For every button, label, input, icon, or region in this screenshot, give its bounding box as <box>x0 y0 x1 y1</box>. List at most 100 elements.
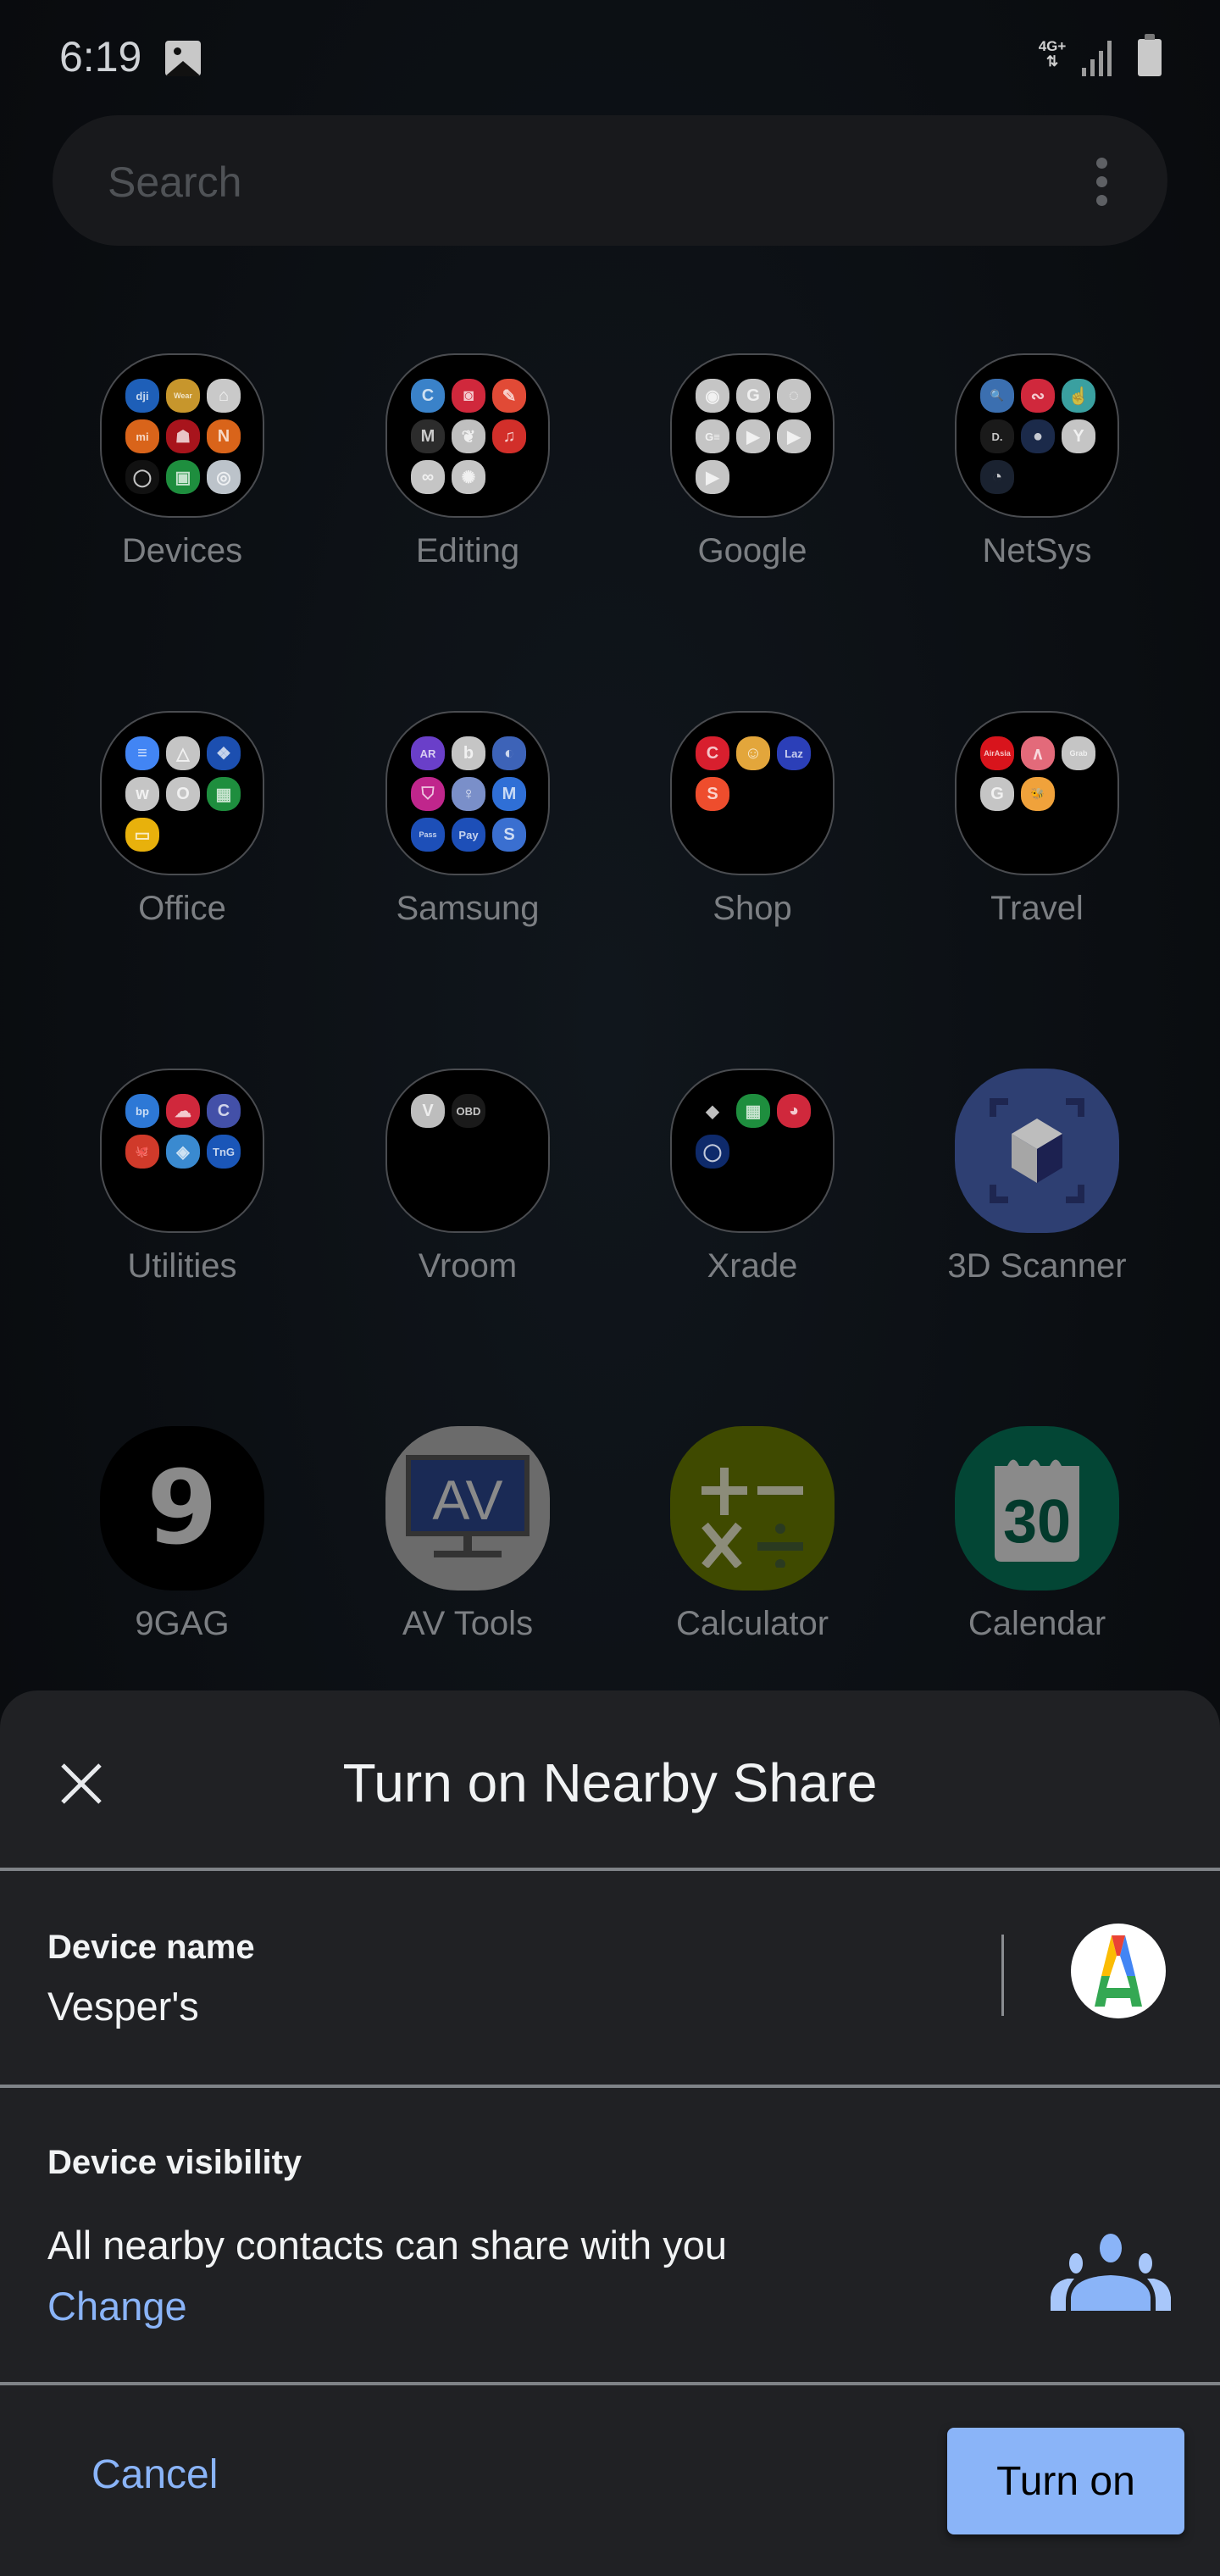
folder-app-icon: bp <box>125 1094 159 1128</box>
folder-app-icon: AR <box>411 736 445 770</box>
folder-app-icon: Pay <box>452 818 485 852</box>
svg-text:30: 30 <box>1003 1488 1071 1556</box>
app-label: Samsung <box>396 890 540 927</box>
folder-app-icon: M <box>411 419 445 453</box>
footer-divider <box>0 2382 1220 2385</box>
folder-office[interactable]: ≡ △ ❖ w O ▦ ▭ Office <box>40 697 324 951</box>
folder-app-icon: ▶ <box>696 460 729 494</box>
folder-app-icon: ❦ <box>452 419 485 453</box>
cancel-button[interactable]: Cancel <box>75 2440 235 2508</box>
folder-app-icon: S <box>492 818 526 852</box>
app-label: Google <box>697 532 807 569</box>
app-label: NetSys <box>982 532 1092 569</box>
folder-app-icon: ⌂ <box>207 379 241 413</box>
folder-app-icon: ☗ <box>166 419 200 453</box>
section-divider <box>0 2085 1220 2088</box>
folder-app-icon: ▦ <box>207 777 241 811</box>
vertical-divider <box>1001 1935 1004 2016</box>
app-label: Shop <box>713 890 792 927</box>
folder-app-icon: ♫ <box>492 419 526 453</box>
folder-app-icon: ◕ <box>777 1094 811 1128</box>
device-name-label: Device name <box>47 1929 255 1966</box>
folder-xrade[interactable]: ◆ ▦ ◕ ◯ Xrade <box>610 1054 895 1308</box>
folder-app-icon: ◙ <box>452 379 485 413</box>
search-placeholder: Search <box>108 158 242 206</box>
folder-app-icon: Pass <box>411 818 445 852</box>
folder-app-icon: Grab <box>1062 736 1095 770</box>
app-calculator[interactable]: Calculator <box>610 1412 895 1666</box>
app-label: Office <box>138 890 226 927</box>
app-label: 3D Scanner <box>947 1247 1127 1285</box>
app-av-tools[interactable]: AV AV Tools <box>325 1412 610 1666</box>
app-label: Xrade <box>707 1247 798 1285</box>
folder-app-icon: 🐙 <box>125 1135 159 1169</box>
folder-app-icon: ▣ <box>166 460 200 494</box>
device-name-value[interactable]: Vesper's <box>47 1983 199 2029</box>
app-label: Calculator <box>675 1605 829 1642</box>
folder-app-icon: 🐝 <box>1021 777 1055 811</box>
app-label: Travel <box>990 890 1084 927</box>
folder-app-icon: C <box>207 1094 241 1128</box>
folder-app-icon: ✎ <box>492 379 526 413</box>
folder-app-icon: ◔ <box>980 460 1014 494</box>
app-search-bar[interactable]: Search <box>53 115 1167 246</box>
battery-icon <box>1138 34 1162 76</box>
folder-icon: C ☺ Laz S <box>670 711 835 875</box>
calculator-icon <box>670 1426 835 1591</box>
app-calendar[interactable]: 30 Calendar <box>895 1412 1179 1666</box>
folder-app-icon: G <box>980 777 1014 811</box>
folder-app-icon: ◌ <box>777 379 811 413</box>
network-type-icon: 4G+ ⇅ <box>1035 39 1069 69</box>
folder-app-icon: ☺ <box>736 736 770 770</box>
folder-app-icon: AirAsia <box>980 736 1014 770</box>
folder-editing[interactable]: C ◙ ✎ M ❦ ♫ ∞ ✺ Editing <box>325 339 610 593</box>
account-avatar[interactable] <box>1071 1924 1166 2018</box>
status-bar: 6:19 4G+ ⇅ <box>0 0 1220 110</box>
folder-app-icon: D. <box>980 419 1014 453</box>
app-label: Editing <box>415 532 520 569</box>
turn-on-button[interactable]: Turn on <box>947 2428 1184 2534</box>
folder-icon: AR b ◐ ⛉ ♀ M Pass Pay S <box>385 711 550 875</box>
folder-icon: ≡ △ ❖ w O ▦ ▭ <box>100 711 264 875</box>
folder-app-icon: S <box>696 777 729 811</box>
device-visibility-label: Device visibility <box>47 2144 302 2181</box>
folder-app-icon: ▦ <box>736 1094 770 1128</box>
folder-app-icon: dji <box>125 379 159 413</box>
signal-icon <box>1080 41 1116 76</box>
folder-app-icon: ◯ <box>125 460 159 494</box>
folder-netsys[interactable]: 🔍 ∾ ☝ D. ● Y ◔ NetSys <box>895 339 1179 593</box>
app-9gag[interactable]: 9 9GAG <box>40 1412 324 1666</box>
folder-app-icon: ◈ <box>166 1135 200 1169</box>
folder-app-icon: ◎ <box>207 460 241 494</box>
app-label: Utilities <box>127 1247 237 1285</box>
app-label: Vroom <box>418 1247 518 1285</box>
people-icon <box>1051 2234 1171 2311</box>
more-vert-icon[interactable] <box>1096 158 1108 207</box>
folder-app-icon: ◉ <box>696 379 729 413</box>
sheet-title: Turn on Nearby Share <box>342 1752 878 1813</box>
status-time: 6:19 <box>59 33 142 80</box>
folder-app-icon: ▭ <box>125 818 159 852</box>
av-tools-icon: AV <box>385 1426 550 1591</box>
folder-icon: V OBD <box>385 1069 550 1233</box>
folder-app-icon: b <box>452 736 485 770</box>
folder-travel[interactable]: AirAsia ∧ Grab G 🐝 Travel <box>895 697 1179 951</box>
folder-devices[interactable]: dji Wear ⌂ mi ☗ N ◯ ▣ ◎ Devices <box>40 339 324 593</box>
app-3d-scanner[interactable]: 3D Scanner <box>895 1054 1179 1308</box>
folder-app-icon: ∧ <box>1021 736 1055 770</box>
change-visibility-link[interactable]: Change <box>47 2283 187 2329</box>
folder-app-icon: Wear <box>166 379 200 413</box>
folder-app-icon: ∾ <box>1021 379 1055 413</box>
folder-google[interactable]: ◉ G ◌ G≡ ▶ ▶ ▶ Google <box>610 339 895 593</box>
9gag-icon: 9 <box>100 1426 264 1591</box>
folder-vroom[interactable]: V OBD Vroom <box>325 1054 610 1308</box>
folder-app-icon: ◐ <box>492 736 526 770</box>
folder-shop[interactable]: C ☺ Laz S Shop <box>610 697 895 951</box>
folder-app-icon: C <box>696 736 729 770</box>
folder-samsung[interactable]: AR b ◐ ⛉ ♀ M Pass Pay S Samsung <box>325 697 610 951</box>
app-label: Calendar <box>968 1605 1106 1642</box>
folder-app-icon: N <box>207 419 241 453</box>
folder-app-icon: ❖ <box>207 736 241 770</box>
device-visibility-value: All nearby contacts can share with you <box>47 2223 728 2268</box>
folder-utilities[interactable]: bp ☁ C 🐙 ◈ TnG Utilities <box>40 1054 324 1308</box>
